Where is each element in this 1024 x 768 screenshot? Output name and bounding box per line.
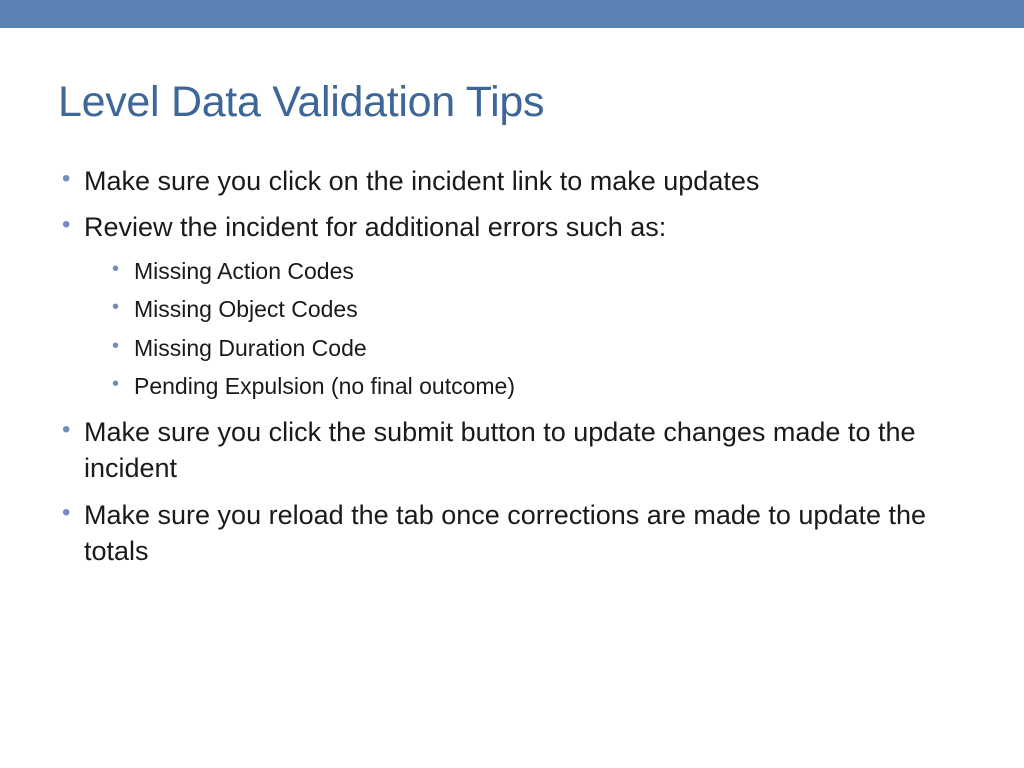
list-item: Missing Object Codes [108,292,966,327]
list-item: Make sure you click on the incident link… [58,163,966,199]
list-item: Missing Action Codes [108,254,966,289]
slide-top-bar [0,0,1024,28]
slide-title: Level Data Validation Tips [58,78,966,127]
sub-bullet-text: Missing Action Codes [134,258,354,284]
bullet-text: Make sure you reload the tab once correc… [84,500,926,566]
bullet-text: Make sure you click on the incident link… [84,166,759,196]
bullet-text: Review the incident for additional error… [84,212,666,242]
list-item: Review the incident for additional error… [58,209,966,403]
sub-bullet-text: Missing Object Codes [134,296,358,322]
list-item: Missing Duration Code [108,331,966,366]
bullet-text: Make sure you click the submit button to… [84,417,916,483]
list-item: Make sure you reload the tab once correc… [58,497,966,570]
slide-content: Level Data Validation Tips Make sure you… [0,28,1024,570]
sub-bullet-text: Pending Expulsion (no final outcome) [134,373,515,399]
sub-bullet-text: Missing Duration Code [134,335,367,361]
list-item: Make sure you click the submit button to… [58,414,966,487]
list-item: Pending Expulsion (no final outcome) [108,369,966,404]
bullet-list: Make sure you click on the incident link… [58,163,966,570]
sub-bullet-list: Missing Action Codes Missing Object Code… [84,254,966,404]
